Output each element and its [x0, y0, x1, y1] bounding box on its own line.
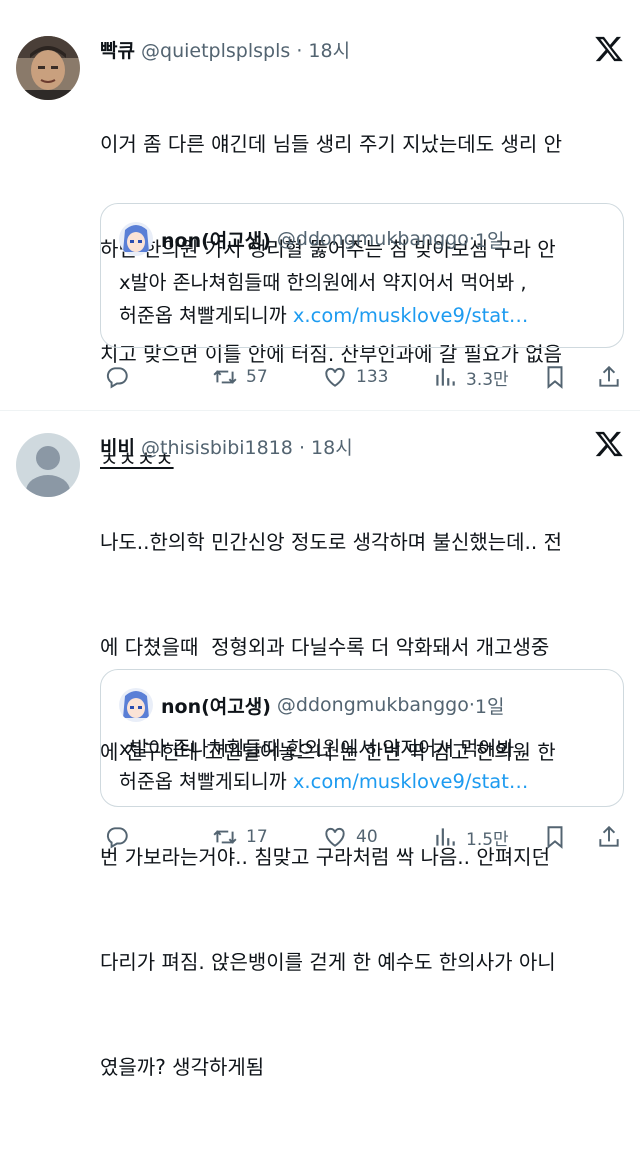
bookmark-icon — [547, 826, 563, 849]
views-count: 1.5만 — [466, 829, 509, 850]
avatar[interactable] — [16, 433, 80, 497]
quote-link[interactable]: x.com/musklove9/stat… — [293, 770, 529, 793]
quote-display-name: non(여고생) — [161, 229, 271, 252]
tweet-text-line: 이거 좀 다른 얘긴데 님들 생리 주기 지났는데도 생리 안 — [100, 132, 563, 156]
reply-button[interactable] — [104, 362, 138, 392]
quote-text-line: 허준옵 쳐빨게되니까 — [119, 770, 293, 793]
quote-tweet[interactable]: non(여고생) @ddongmukbanggo · 1일 x발아 존나쳐힘들때… — [100, 669, 624, 807]
quote-handle: @ddongmukbanggo — [276, 228, 469, 250]
share-button[interactable] — [596, 822, 630, 852]
quote-timestamp: 1일 — [474, 229, 505, 252]
bookmark-icon — [547, 366, 563, 389]
tweet-text-line: 에 다쳤을때 정형외과 다닐수록 더 악화돼서 개고생중 — [100, 635, 550, 659]
like-button[interactable]: 40 — [322, 822, 378, 852]
like-icon — [325, 367, 345, 387]
like-count: 133 — [356, 367, 389, 387]
bookmark-button[interactable] — [542, 822, 576, 852]
quote-header: non(여고생) @ddongmukbanggo · 1일 — [119, 222, 504, 256]
retweet-count: 17 — [246, 827, 268, 847]
share-icon — [599, 825, 619, 847]
quote-text-line: x발아 존나쳐힘들때 한의원에서 약지어서 먹어봐 , — [119, 271, 527, 294]
reply-button[interactable] — [104, 822, 138, 852]
reply-icon — [106, 827, 128, 849]
like-icon — [325, 827, 345, 847]
quote-text: x발아 존나쳐힘들때 한의원에서 약지어서 먹어봐 , 허준옵 쳐빨게되니까 x… — [119, 732, 609, 798]
quote-timestamp: 1일 — [474, 695, 505, 718]
retweet-icon — [213, 830, 237, 844]
quote-text-line: 허준옵 쳐빨게되니까 — [119, 304, 293, 327]
like-count: 40 — [356, 827, 378, 847]
quote-text: x발아 존나쳐힘들때 한의원에서 약지어서 먹어봐 , 허준옵 쳐빨게되니까 x… — [119, 266, 609, 332]
avatar[interactable] — [16, 36, 80, 100]
views-button[interactable]: 1.5만 — [432, 822, 509, 852]
quote-avatar — [119, 222, 153, 256]
quote-display-name: non(여고생) — [161, 695, 271, 718]
bookmark-button[interactable] — [542, 362, 576, 392]
share-icon — [599, 365, 619, 387]
views-button[interactable]: 3.3만 — [432, 362, 509, 392]
tweet-actions: 57 133 3.3만 — [100, 362, 630, 392]
tweet-actions: 17 40 1.5만 — [100, 822, 630, 852]
tweet-text-line: 나도..한의학 민간신앙 정도로 생각하며 불신했는데.. 전 — [100, 530, 563, 554]
views-icon — [436, 368, 455, 386]
retweet-count: 57 — [246, 367, 268, 387]
quote-tweet[interactable]: non(여고생) @ddongmukbanggo · 1일 x발아 존나쳐힘들때… — [100, 203, 624, 348]
quote-header: non(여고생) @ddongmukbanggo · 1일 — [119, 688, 504, 722]
retweet-button[interactable]: 17 — [212, 822, 268, 852]
reply-icon — [106, 367, 128, 389]
tweet[interactable]: 비비 @thisisbibi1818 · 18시 나도..한의학 민간신앙 정도… — [0, 411, 640, 1079]
like-button[interactable]: 133 — [322, 362, 388, 392]
tweet-text-line: 였을까? 생각하게됨 — [100, 1055, 265, 1079]
quote-link[interactable]: x.com/musklove9/stat… — [293, 304, 529, 327]
quote-text-line: x발아 존나쳐힘들때 한의원에서 약지어서 먹어봐 , — [119, 737, 527, 760]
tweet[interactable]: 빡큐 @quietplsplspls · 18시 이거 좀 다른 얘긴데 님들 … — [0, 0, 640, 471]
tweet-text-line: 다리가 펴짐. 앉은뱅이를 걷게 한 예수도 한의사가 아니 — [100, 950, 556, 974]
share-button[interactable] — [596, 362, 630, 392]
quote-handle: @ddongmukbanggo — [276, 694, 469, 716]
views-icon — [436, 828, 455, 846]
retweet-button[interactable]: 57 — [212, 362, 268, 392]
retweet-icon — [213, 370, 237, 384]
quote-avatar — [119, 688, 153, 722]
views-count: 3.3만 — [466, 369, 509, 390]
